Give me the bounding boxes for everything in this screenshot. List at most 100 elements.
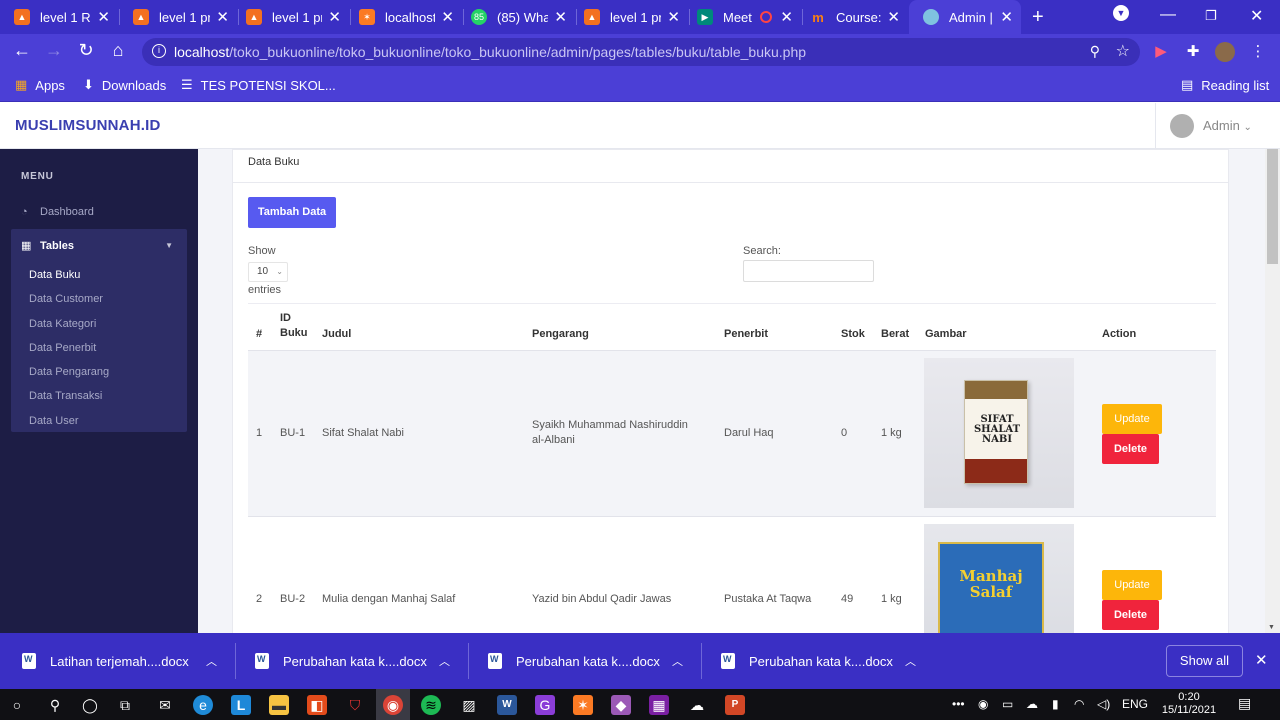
antivirus-icon[interactable]: ⛉ (345, 695, 365, 715)
table-header[interactable]: Berat (881, 327, 909, 342)
close-window-icon[interactable]: ✕ (1250, 6, 1263, 26)
update-button[interactable]: Update (1102, 404, 1162, 434)
download-item[interactable]: Perubahan kata k....docx ︿ (699, 633, 932, 689)
chevron-up-icon[interactable]: ︿ (672, 653, 683, 669)
volume-icon[interactable]: ◁) (1097, 697, 1110, 711)
mic-icon[interactable]: ▮ (1052, 697, 1059, 711)
network-app-icon[interactable]: ☁ (687, 695, 707, 715)
delete-button[interactable]: Delete (1102, 434, 1159, 464)
add-data-button[interactable]: Tambah Data (248, 197, 336, 228)
sidebar-subitem-data-customer[interactable]: Data Customer (29, 293, 103, 305)
table-header[interactable]: Pengarang (532, 327, 589, 342)
reading-list-button[interactable]: ▤ Reading list (1181, 77, 1269, 93)
update-button[interactable]: Update (1102, 570, 1162, 600)
chevron-up-icon[interactable]: ︿ (905, 653, 916, 669)
bookmark-tes-potensi[interactable]: ☰ TES POTENSI SKOL... (181, 77, 336, 93)
close-tab-icon[interactable]: ✕ (97, 8, 110, 26)
browser-tab-2[interactable]: ▲ level 1 pr ✕ (119, 0, 237, 34)
browser-tab-7[interactable]: ▶ Meet ✕ (683, 0, 801, 34)
spotify-icon[interactable]: ≋ (421, 695, 441, 715)
sidebar-subitem-data-kategori[interactable]: Data Kategori (29, 318, 96, 330)
puzzle-extensions-icon[interactable]: ✚ (1183, 42, 1203, 62)
bookmark-star-icon[interactable]: ☆ (1116, 41, 1130, 61)
browser-tab-4[interactable]: ✶ localhost ✕ (345, 0, 462, 34)
sidebar-subitem-data-transaksi[interactable]: Data Transaksi (29, 390, 102, 402)
extension-icon[interactable]: ▶ (1151, 42, 1171, 62)
user-menu[interactable]: Admin ⌄ (1155, 103, 1265, 149)
profile-avatar-icon[interactable] (1215, 42, 1235, 62)
sidebar-subitem-data-buku[interactable]: Data Buku (29, 269, 80, 281)
download-item[interactable]: Perubahan kata k....docx ︿ (466, 633, 699, 689)
browser-tab-9-active[interactable]: Admin | I ✕ (909, 0, 1021, 34)
system-clock[interactable]: 0:20 15/11/2021 (1160, 691, 1218, 717)
close-tab-icon[interactable]: ✕ (441, 8, 454, 26)
app-l-icon[interactable]: L (231, 695, 251, 715)
entries-select[interactable]: 10 ⌄ (248, 262, 288, 282)
office-icon[interactable]: ◧ (307, 695, 327, 715)
close-tab-icon[interactable]: ✕ (1000, 8, 1013, 26)
xampp-icon[interactable]: ✶ (573, 695, 593, 715)
bookmark-downloads[interactable]: ⬇ Downloads (83, 77, 166, 93)
notification-icon[interactable]: ▤ (1238, 695, 1251, 712)
close-tab-icon[interactable]: ✕ (554, 8, 567, 26)
close-tab-icon[interactable]: ✕ (780, 8, 793, 26)
sidebar-subitem-data-pengarang[interactable]: Data Pengarang (29, 366, 109, 378)
table-header[interactable]: ID Buku (280, 311, 308, 341)
brand-logo[interactable]: MUSLIMSUNNAH.ID (15, 117, 161, 134)
cortana-icon[interactable]: ◯ (80, 695, 100, 715)
download-item[interactable]: Latihan terjemah....docx ︿ (0, 633, 233, 689)
delete-button[interactable]: Delete (1102, 600, 1159, 630)
reload-icon[interactable]: ↻ (74, 40, 98, 61)
canva-icon[interactable]: G (535, 695, 555, 715)
chevron-up-icon[interactable]: ︿ (206, 653, 217, 669)
scroll-down-icon[interactable]: ▼ (1268, 624, 1275, 631)
edge-icon[interactable]: e (193, 695, 213, 715)
sidebar-item-dashboard[interactable]: ◔ Dashboard (21, 206, 94, 218)
bookmark-apps[interactable]: ▦ Apps (15, 77, 65, 93)
home-icon[interactable]: ⌂ (106, 40, 130, 61)
download-item[interactable]: Perubahan kata k....docx ︿ (233, 633, 466, 689)
browser-tab-3[interactable]: ▲ level 1 pr ✕ (232, 0, 349, 34)
winrar-icon[interactable]: ▦ (649, 695, 669, 715)
url-input[interactable]: i localhost/toko_bukuonline/toko_bukuonl… (142, 38, 1140, 66)
task-view-icon[interactable]: ⧉ (115, 695, 135, 715)
sidebar-subitem-data-user[interactable]: Data User (29, 415, 79, 427)
cloud-icon[interactable]: ☁ (1026, 697, 1038, 711)
close-tab-icon[interactable]: ✕ (667, 8, 680, 26)
search-icon[interactable]: ⚲ (45, 695, 65, 715)
chevron-up-icon[interactable]: ︿ (439, 653, 450, 669)
browser-tab-6[interactable]: ▲ level 1 pr ✕ (570, 0, 688, 34)
mail-icon[interactable]: ✉ (155, 695, 175, 715)
more-tray-icon[interactable]: ••• (952, 697, 965, 711)
sourcetree-icon[interactable]: ◆ (611, 695, 631, 715)
file-explorer-icon[interactable]: ▬ (269, 695, 289, 715)
close-tab-icon[interactable]: ✕ (216, 8, 229, 26)
close-shelf-icon[interactable]: ✕ (1255, 651, 1268, 669)
zoom-icon[interactable]: ⚲ (1090, 43, 1100, 60)
forward-icon[interactable]: → (42, 40, 66, 61)
battery-icon[interactable]: ▭ (1002, 697, 1013, 711)
browser-menu-icon[interactable]: ⋮ (1248, 42, 1268, 62)
browser-tab-5[interactable]: 85 (85) Wha ✕ (457, 0, 575, 34)
search-input[interactable] (743, 260, 874, 282)
chevron-down-icon[interactable]: ▼ (165, 241, 173, 250)
powerpoint-icon[interactable]: P (725, 695, 745, 715)
start-icon[interactable]: ○ (7, 695, 27, 715)
language-indicator[interactable]: ENG (1122, 697, 1148, 711)
close-tab-icon[interactable]: ✕ (328, 8, 341, 26)
wifi-icon[interactable]: ◠ (1074, 697, 1084, 711)
table-header[interactable]: Penerbit (724, 327, 768, 342)
close-tab-icon[interactable]: ✕ (887, 8, 900, 26)
sidebar-item-tables[interactable]: ▦ Tables (21, 239, 74, 253)
browser-tab-8[interactable]: m Course: I ✕ (796, 0, 908, 34)
browser-tab-1[interactable]: ▲ level 1 RP ✕ (0, 0, 118, 34)
table-header[interactable]: Stok (841, 327, 865, 342)
chrome-icon[interactable]: ◉ (383, 695, 403, 715)
minimize-icon[interactable]: — (1160, 6, 1176, 24)
show-all-downloads-button[interactable]: Show all (1166, 645, 1243, 677)
status-icon[interactable]: ◉ (978, 697, 988, 711)
page-scrollbar[interactable]: ▲ ▼ (1265, 149, 1280, 633)
photos-icon[interactable]: ▨ (459, 695, 479, 715)
restore-icon[interactable]: ❐ (1205, 8, 1217, 24)
sidebar-subitem-data-penerbit[interactable]: Data Penerbit (29, 342, 96, 354)
